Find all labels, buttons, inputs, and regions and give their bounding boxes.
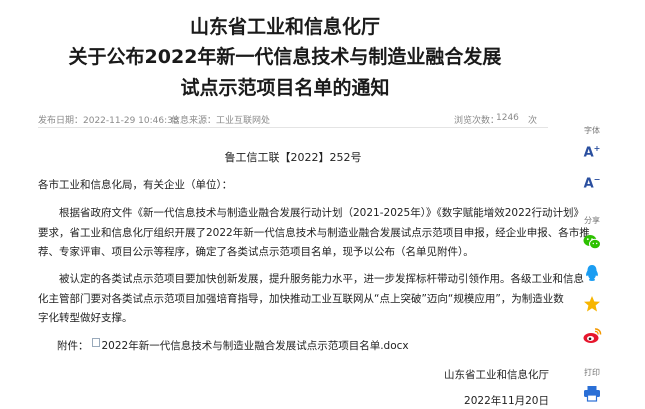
printer-icon bbox=[584, 385, 600, 402]
publish-date: 发布日期：2022-11-29 10:46:38 bbox=[38, 116, 179, 126]
meta-divider bbox=[38, 127, 548, 128]
file-icon bbox=[91, 338, 100, 347]
paragraph-1-line-1: 根据省政府文件《新一代信息技术与制造业融合发展行动计划（2021-2025年）》… bbox=[59, 207, 584, 219]
paragraph-1-line-3: 荐、专家评审、项目公示等程序，确定了各类试点示范项目名单，现予以公布（名单见附件… bbox=[38, 246, 474, 258]
share-qq-button[interactable] bbox=[582, 263, 602, 283]
views-count: 1246 bbox=[496, 113, 519, 123]
attachment-label: 附件： bbox=[57, 340, 89, 352]
paragraph-1-line-2: 要求，省工业和信息化厅组织开展了2022年新一代信息技术与制造业融合发展试点示范… bbox=[38, 226, 590, 239]
qq-icon bbox=[586, 265, 598, 281]
signature-org: 山东省工业和信息化厅 bbox=[444, 369, 549, 381]
attachment-row: 附件： 2022年新一代信息技术与制造业融合发展试点示范项目名单.docx bbox=[57, 338, 409, 353]
paragraph-1: 根据省政府文件《新一代信息技术与制造业融合发展行动计划（2021-2025年）》… bbox=[38, 204, 590, 263]
views-unit: 次 bbox=[528, 116, 538, 126]
paragraph-2-line-2: 化主管部门要对各类试点示范项目加强培育指导，加快推动工业互联网从“点上突破”迈向… bbox=[38, 292, 564, 305]
title-line-3: 试点示范项目名单的通知 bbox=[180, 77, 390, 99]
print-label: 打印 bbox=[584, 368, 600, 377]
share-weibo-button[interactable] bbox=[582, 325, 602, 345]
wechat-icon bbox=[583, 235, 601, 250]
info-source: 信息来源：工业互联网处 bbox=[171, 116, 271, 126]
share-qzone-button[interactable] bbox=[582, 294, 602, 314]
signature-date: 2022年11月20日 bbox=[464, 395, 549, 407]
salutation: 各市工业和信息化局，有关企业（单位）： bbox=[38, 179, 233, 191]
paragraph-2: 被认定的各类试点示范项目要加快创新发展，提升服务能力水平，进一步发挥标杆带动引领… bbox=[38, 270, 584, 329]
font-increase-button[interactable]: A+ bbox=[582, 142, 602, 162]
font-increase-icon: A+ bbox=[583, 143, 601, 161]
paragraph-2-line-3: 字化转型做好支撑。 bbox=[38, 312, 133, 324]
print-button[interactable] bbox=[582, 383, 602, 403]
share-wechat-button[interactable] bbox=[582, 232, 602, 252]
share-label: 分享 bbox=[584, 216, 600, 225]
font-decrease-icon: A− bbox=[583, 174, 601, 192]
document-number: 鲁工信工联【2022】252号 bbox=[224, 151, 362, 164]
weibo-icon bbox=[583, 327, 601, 343]
qzone-star-icon bbox=[584, 296, 600, 312]
attachment-link[interactable]: 2022年新一代信息技术与制造业融合发展试点示范项目名单.docx bbox=[102, 340, 409, 352]
title-line-2: 关于公布2022年新一代信息技术与制造业融合发展 bbox=[68, 46, 502, 68]
font-label: 字体 bbox=[584, 126, 600, 135]
title-line-1: 山东省工业和信息化厅 bbox=[189, 16, 380, 38]
font-decrease-button[interactable]: A− bbox=[582, 173, 602, 193]
views-label: 浏览次数： bbox=[454, 116, 500, 126]
paragraph-2-line-1: 被认定的各类试点示范项目要加快创新发展，提升服务能力水平，进一步发挥标杆带动引领… bbox=[59, 273, 584, 285]
